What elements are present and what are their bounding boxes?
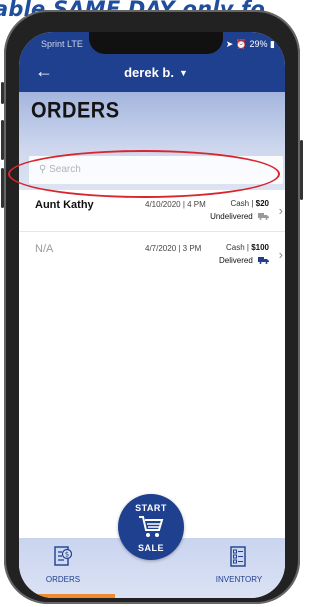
start-sale-button[interactable]: START SALE: [118, 494, 184, 560]
order-amount: $20: [255, 199, 269, 208]
order-customer: Aunt Kathy: [35, 199, 94, 211]
alarm-icon: ⏰: [235, 39, 247, 49]
app-screen: Sprint LTE ➤ ⏰ 29% ▮ ← derek b. ▼ ORDERS …: [19, 32, 285, 598]
order-date: 4/7/2020 | 3 PM: [145, 244, 202, 253]
order-status: Delivered: [219, 256, 269, 265]
volume-up-button: [1, 120, 4, 160]
order-date: 4/10/2020 | 4 PM: [145, 200, 206, 209]
row-divider: [19, 231, 285, 232]
chevron-right-icon: ›: [278, 203, 283, 218]
orders-icon: $: [54, 546, 73, 566]
nav-orders[interactable]: $ ORDERS: [33, 546, 93, 584]
caret-down-icon: ▼: [178, 68, 188, 78]
volume-down-button: [1, 168, 4, 208]
battery-icon: ▮: [270, 39, 275, 49]
phone-notch: [89, 32, 223, 54]
carrier-label: Sprint LTE: [41, 39, 83, 49]
location-icon: ➤: [225, 39, 234, 49]
fab-line2: SALE: [137, 543, 164, 553]
inventory-icon: [230, 546, 246, 567]
highlight-annotation: [8, 150, 280, 198]
svg-text:$: $: [65, 551, 69, 559]
order-status: Undelivered: [210, 212, 269, 221]
truck-icon: [258, 257, 269, 264]
order-amount: $100: [251, 243, 269, 252]
cart-icon: [139, 516, 164, 537]
truck-icon: [258, 213, 269, 220]
battery-percent: 29%: [249, 39, 268, 49]
order-customer: N/A: [35, 243, 54, 255]
power-button: [300, 140, 303, 200]
fab-line1: START: [135, 503, 167, 513]
page-title: ORDERS: [31, 98, 120, 124]
mute-switch: [1, 82, 4, 104]
order-payment: Cash | $100: [226, 243, 269, 252]
user-name: derek b.: [124, 65, 174, 80]
nav-orders-label: ORDERS: [45, 575, 81, 584]
order-row[interactable]: N/A 4/7/2020 | 3 PM Cash | $100 Delivere…: [19, 236, 285, 274]
chevron-right-icon: ›: [278, 247, 283, 262]
battery-status: ➤ ⏰ 29% ▮: [226, 39, 275, 50]
nav-inventory-label: INVENTORY: [215, 575, 263, 584]
user-switcher[interactable]: derek b. ▼: [19, 65, 285, 80]
nav-inventory[interactable]: INVENTORY: [209, 546, 269, 584]
order-payment: Cash | $20: [230, 199, 269, 208]
active-tab-indicator: [27, 594, 115, 598]
app-header: ← derek b. ▼: [19, 54, 285, 92]
